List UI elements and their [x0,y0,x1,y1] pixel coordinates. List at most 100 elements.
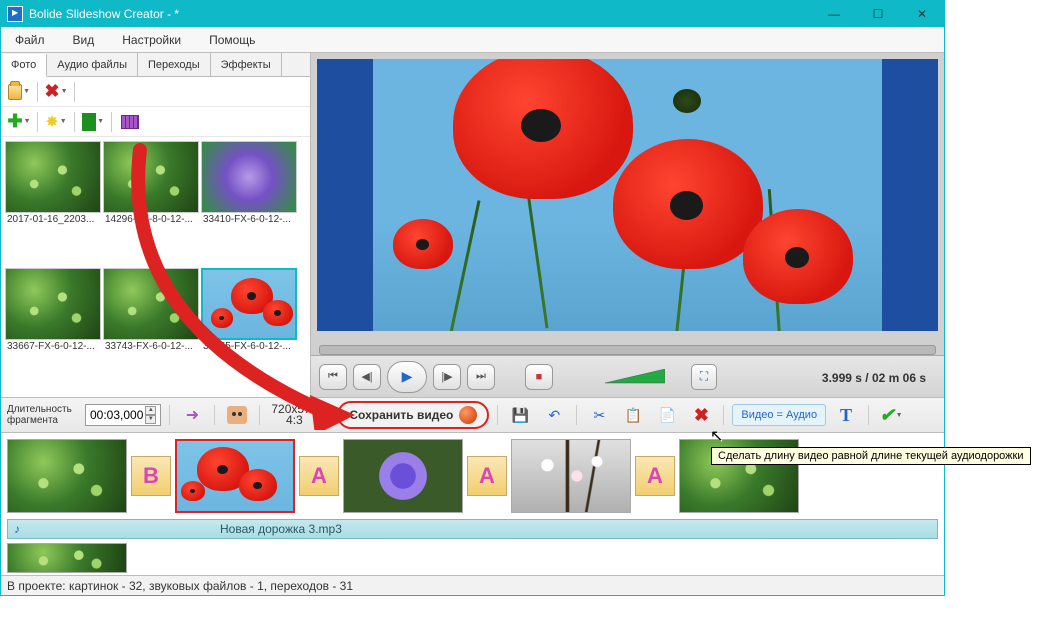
save-video-button[interactable]: Сохранить видео [337,401,489,429]
tab-transitions[interactable]: Переходы [138,53,211,76]
separator [328,405,329,425]
edit-toolbar: ✚▼ ✸▼ ▼ [1,107,310,137]
apply-duration-button[interactable]: ➜ [178,401,206,429]
time-current: 3.999 s [822,371,862,385]
stop-button[interactable]: ■ [525,364,553,390]
remove-button[interactable]: ✖▼ [44,80,68,104]
thumb-image [5,268,101,340]
duration-input[interactable]: 00:03,000 ▲▼ [85,404,161,426]
cut-button[interactable]: ✂ [585,401,613,429]
video-button[interactable] [118,110,142,134]
face-button[interactable] [223,401,251,429]
tab-audio[interactable]: Аудио файлы [47,53,138,76]
menu-file[interactable]: Файл [1,27,59,52]
audio-track[interactable]: ♪ Новая дорожка 3.mp3 [7,519,938,539]
thumb-image [201,141,297,213]
timeline-clip[interactable] [7,439,127,513]
tab-effects[interactable]: Эффекты [211,53,282,76]
face-icon [227,406,247,424]
spin-down[interactable]: ▼ [145,415,156,424]
separator [497,405,498,425]
thumb-item[interactable]: 37055-FX-6-0-12-... [201,268,297,393]
clip-row-2 [1,543,944,575]
transition-slot[interactable]: A [467,456,507,496]
separator [111,112,112,132]
menu-settings[interactable]: Настройки [108,27,195,52]
separator [74,112,75,132]
maximize-button[interactable]: ☐ [856,1,900,27]
tooltip: Сделать длину видео равной длине текущей… [711,447,1031,465]
menu-view[interactable]: Вид [59,27,109,52]
timeline-clip[interactable] [343,439,463,513]
status-text: В проекте: картинок - 32, звуковых файло… [7,579,353,593]
play-button[interactable]: ▶ [387,361,427,393]
timeline-toolbar: Длительность фрагмента 00:03,000 ▲▼ ➜ 72… [1,397,944,433]
separator [576,405,577,425]
separator [169,405,170,425]
thumb-label: 37055-FX-6-0-12-... [201,340,297,353]
copy-button[interactable]: 📋 [619,401,647,429]
prev-clip-button[interactable]: ⏮ [319,364,347,390]
undo-button[interactable]: ↶ [540,401,568,429]
timeline-clip[interactable] [175,439,295,513]
clip-row: B A A A [1,433,944,519]
thumb-image [5,141,101,213]
thumbnail-grid: 2017-01-16_2203... 14296-FX-8-0-12-... 3… [1,137,310,397]
duration-value: 00:03,000 [90,408,143,422]
preview-canvas [317,59,938,331]
paste-button[interactable]: 📄 [653,401,681,429]
apply-button[interactable]: ✔▼ [877,401,905,429]
file-toolbar: ▼ ✖▼ [1,77,310,107]
music-note-icon: ♪ [14,522,20,536]
delete-button[interactable]: ✖ [687,401,715,429]
volume-slider[interactable] [605,369,665,385]
color-swatch-icon [82,113,96,131]
spin-up[interactable]: ▲ [145,406,156,415]
step-fwd-button[interactable]: |▶ [433,364,461,390]
timeline-clip[interactable] [7,543,127,573]
thumb-item[interactable]: 33410-FX-6-0-12-... [201,141,297,266]
thumb-image [103,268,199,340]
x-icon: ✖ [44,81,59,102]
transition-slot[interactable]: A [299,456,339,496]
thumb-label: 33743-FX-6-0-12-... [103,340,199,353]
save-project-button[interactable]: 💾 [506,401,534,429]
open-folder-button[interactable]: ▼ [7,80,31,104]
transition-slot[interactable]: B [131,456,171,496]
close-button[interactable]: ✕ [900,1,944,27]
separator [37,112,38,132]
time-display: 3.999 s / 02 m 06 s [822,369,936,385]
step-back-button[interactable]: ◀| [353,364,381,390]
time-total: 02 m 06 s [872,371,926,385]
text-button[interactable]: T [832,401,860,429]
thumb-image [103,141,199,213]
effect-button[interactable]: ✸▼ [44,110,68,134]
playback-bar: ⏮ ◀| ▶ |▶ ⏭ ■ ⛶ 3.999 s / 02 m 06 s [311,355,944,397]
audio-track-name: Новая дорожка 3.mp3 [220,522,342,536]
timeline-clip[interactable] [511,439,631,513]
color-button[interactable]: ▼ [81,110,105,134]
status-bar: В проекте: картинок - 32, звуковых файло… [1,575,944,595]
thumb-label: 2017-01-16_2203... [5,213,101,226]
thumb-item[interactable]: 33743-FX-6-0-12-... [103,268,199,393]
thumb-item[interactable]: 33667-FX-6-0-12-... [5,268,101,393]
separator [868,405,869,425]
next-clip-button[interactable]: ⏭ [467,364,495,390]
film-icon [121,115,139,129]
transition-slot[interactable]: A [635,456,675,496]
check-icon: ✔ [880,405,895,426]
resolution-info[interactable]: 720x576 4:3 [268,404,320,426]
fullscreen-button[interactable]: ⛶ [691,364,717,390]
thumb-label: 14296-FX-8-0-12-... [103,213,199,226]
preview-area: ⏮ ◀| ▶ |▶ ⏭ ■ ⛶ 3.999 s / 02 m 06 s [311,53,944,397]
minimize-button[interactable]: — [812,1,856,27]
menu-help[interactable]: Помощь [195,27,269,52]
video-equals-audio-button[interactable]: Видео = Аудио [732,404,826,426]
thumb-item[interactable]: 2017-01-16_2203... [5,141,101,266]
tab-photo[interactable]: Фото [1,54,47,77]
add-button[interactable]: ✚▼ [7,110,31,134]
window-title: Bolide Slideshow Creator - * [29,7,812,21]
record-icon [459,406,477,424]
scrub-bar[interactable] [319,345,936,355]
thumb-item[interactable]: 14296-FX-8-0-12-... [103,141,199,266]
